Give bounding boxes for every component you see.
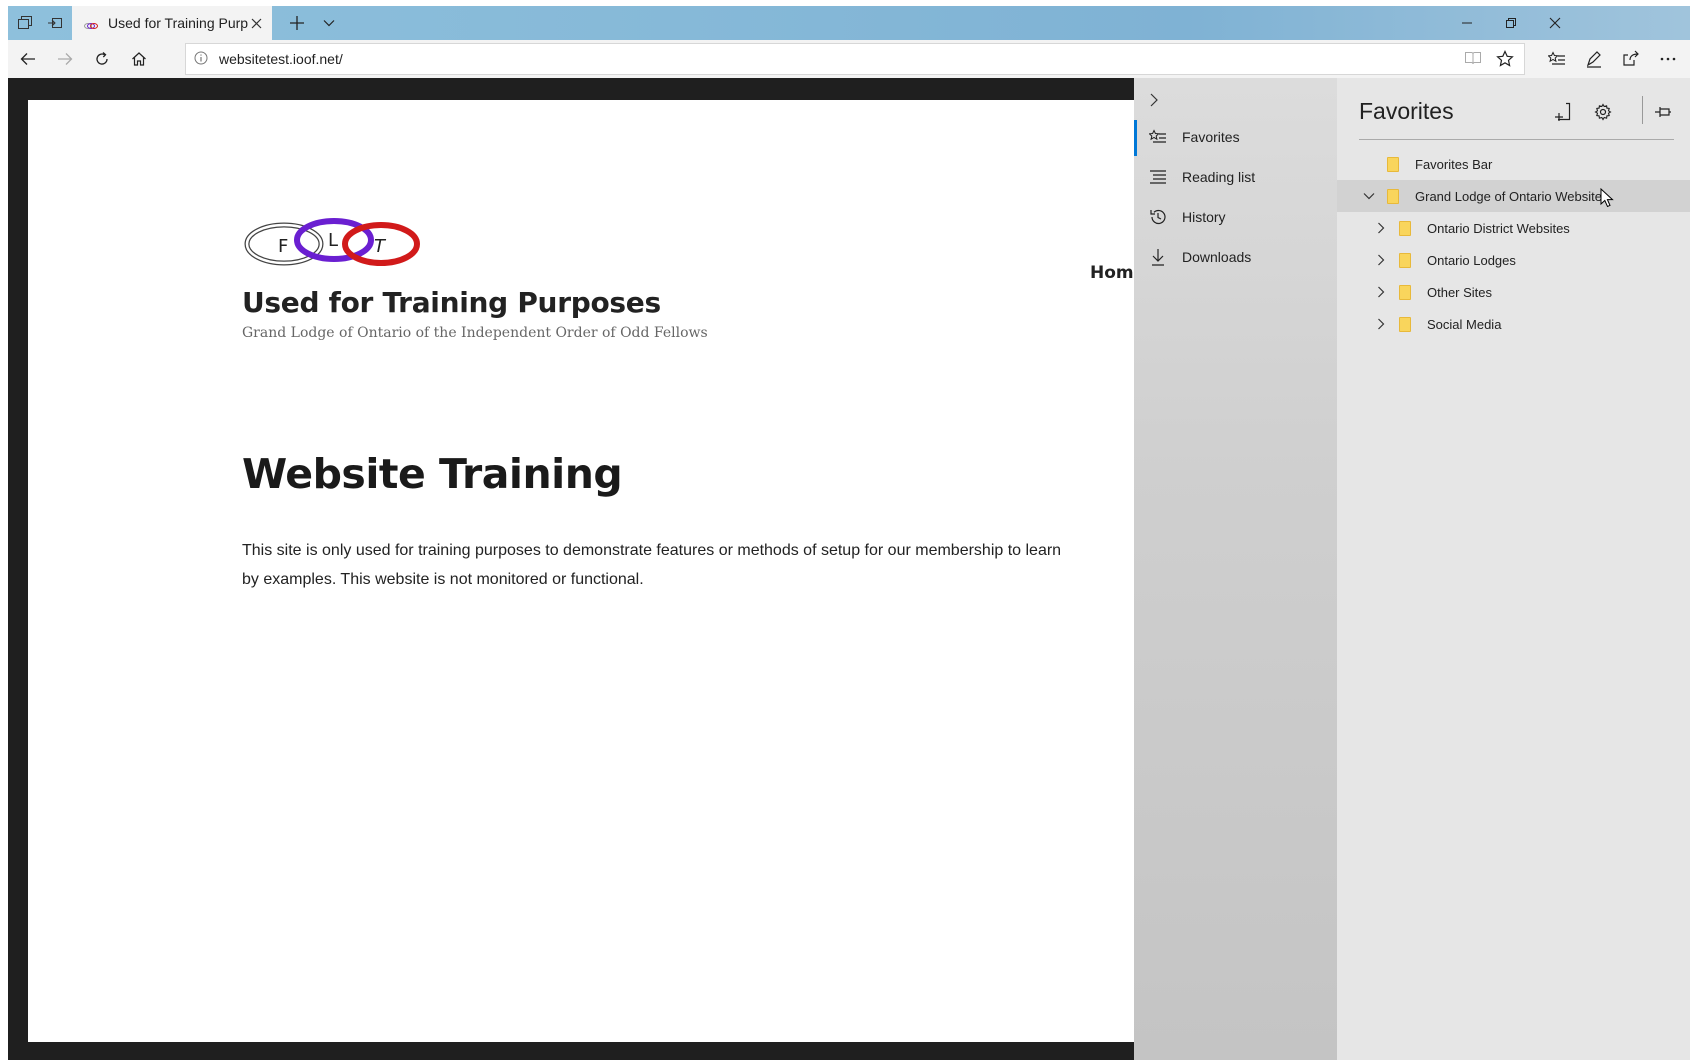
- logo-letter-f: F: [278, 236, 288, 257]
- pin-pane-icon[interactable]: [1649, 98, 1677, 126]
- downloads-icon: [1148, 247, 1168, 267]
- favorite-folder-grand-lodge[interactable]: Grand Lodge of Ontario Websites: [1337, 180, 1690, 212]
- home-icon[interactable]: [121, 42, 157, 76]
- web-page: F L T Used for Training Purposes Grand L…: [28, 100, 1138, 1042]
- nav-home-link[interactable]: Home: [1090, 263, 1138, 283]
- chevron-right-icon[interactable]: [1373, 316, 1389, 332]
- folder-icon: [1387, 156, 1399, 172]
- favorite-folder-label: Ontario Lodges: [1427, 252, 1516, 268]
- reading-view-icon[interactable]: [1464, 50, 1482, 71]
- url-text[interactable]: websitetest.ioof.net/: [219, 51, 343, 67]
- page-body-text: This site is only used for training purp…: [242, 542, 1062, 588]
- site-favicon: [84, 18, 98, 29]
- site-title[interactable]: Used for Training Purposes: [242, 286, 661, 319]
- favorite-folder-ontario-lodges[interactable]: Ontario Lodges: [1337, 244, 1690, 276]
- forward-arrow-icon[interactable]: [47, 42, 83, 76]
- hub-nav-history[interactable]: History: [1134, 198, 1337, 236]
- tab-title: Used for Training Purpo: [108, 15, 248, 31]
- site-logo[interactable]: F L T: [244, 214, 424, 275]
- hub-nav-label: Favorites: [1182, 129, 1240, 145]
- favorite-folder-ontario-district[interactable]: Ontario District Websites: [1337, 212, 1690, 244]
- favorite-folder-label: Grand Lodge of Ontario Websites: [1415, 188, 1609, 204]
- set-tabs-aside-icon[interactable]: [38, 6, 72, 40]
- new-tab-button[interactable]: [280, 6, 314, 40]
- favorite-folder-label: Social Media: [1427, 316, 1502, 332]
- refresh-icon[interactable]: [84, 42, 120, 76]
- logo-letter-t: T: [374, 236, 387, 257]
- minimize-icon[interactable]: [1444, 6, 1490, 40]
- folder-icon: [1399, 284, 1411, 300]
- favorites-settings-gear-icon[interactable]: [1589, 98, 1617, 126]
- favorite-folder-favorites-bar[interactable]: Favorites Bar: [1337, 148, 1690, 180]
- title-bar: Used for Training Purpo: [8, 6, 1690, 40]
- favorite-folder-label: Ontario District Websites: [1427, 220, 1570, 236]
- folder-icon: [1399, 316, 1411, 332]
- hub-nav-label: History: [1182, 209, 1226, 225]
- favorites-icon: [1148, 127, 1168, 147]
- navigation-bar: websitetest.ioof.net/: [8, 40, 1690, 78]
- site-info-icon[interactable]: [194, 51, 210, 67]
- close-tab-icon[interactable]: [248, 15, 264, 31]
- chevron-right-icon[interactable]: [1373, 284, 1389, 300]
- favorite-folder-label: Favorites Bar: [1415, 156, 1493, 172]
- folder-icon: [1399, 252, 1411, 268]
- chevron-right-icon[interactable]: [1373, 220, 1389, 236]
- chevron-down-icon[interactable]: [1361, 188, 1377, 204]
- tabs-aside-icon[interactable]: [8, 6, 42, 40]
- history-icon: [1148, 207, 1168, 227]
- hub-nav-label: Reading list: [1182, 169, 1256, 185]
- close-window-icon[interactable]: [1532, 6, 1578, 40]
- hub-favorites-icon[interactable]: [1538, 42, 1576, 76]
- add-to-favorites-bar-icon[interactable]: [1549, 98, 1577, 126]
- web-note-pen-icon[interactable]: [1575, 42, 1613, 76]
- browser-tab[interactable]: Used for Training Purpo: [72, 6, 272, 40]
- share-icon[interactable]: [1612, 42, 1650, 76]
- chevron-right-icon[interactable]: [1373, 252, 1389, 268]
- hub-nav-reading-list[interactable]: Reading list: [1134, 158, 1337, 196]
- favorites-heading: Favorites: [1359, 98, 1454, 124]
- favorite-folder-other-sites[interactable]: Other Sites: [1337, 276, 1690, 308]
- folder-icon: [1399, 220, 1411, 236]
- favorite-folder-label: Other Sites: [1427, 284, 1493, 300]
- logo-letter-l: L: [328, 230, 338, 251]
- hub-nav-downloads[interactable]: Downloads: [1134, 238, 1337, 276]
- address-bar[interactable]: websitetest.ioof.net/: [185, 43, 1525, 75]
- page-heading: Website Training: [242, 450, 623, 498]
- restore-icon[interactable]: [1488, 6, 1534, 40]
- back-arrow-icon[interactable]: [10, 42, 46, 76]
- mouse-cursor-icon: [1600, 187, 1614, 213]
- favorites-header-rule: [1359, 139, 1674, 140]
- tab-list-chevron-icon[interactable]: [314, 6, 344, 40]
- toolbar-divider: [1642, 96, 1643, 124]
- hub-nav-label: Downloads: [1182, 249, 1252, 265]
- reading-list-icon: [1148, 167, 1168, 187]
- more-menu-icon[interactable]: [1649, 42, 1687, 76]
- favorite-folder-social-media[interactable]: Social Media: [1337, 308, 1690, 340]
- collapse-hub-chevron-icon[interactable]: [1142, 88, 1166, 112]
- add-favorite-star-icon[interactable]: [1496, 50, 1514, 73]
- favorites-pane: Favorites Favorites Bar Grand Lodge of O…: [1337, 78, 1690, 1060]
- hub-nav-pane: Favorites Reading list History Downloads: [1134, 78, 1337, 1060]
- site-tagline: Grand Lodge of Ontario of the Independen…: [242, 325, 708, 341]
- folder-icon: [1387, 188, 1399, 204]
- hub-nav-favorites[interactable]: Favorites: [1134, 118, 1337, 156]
